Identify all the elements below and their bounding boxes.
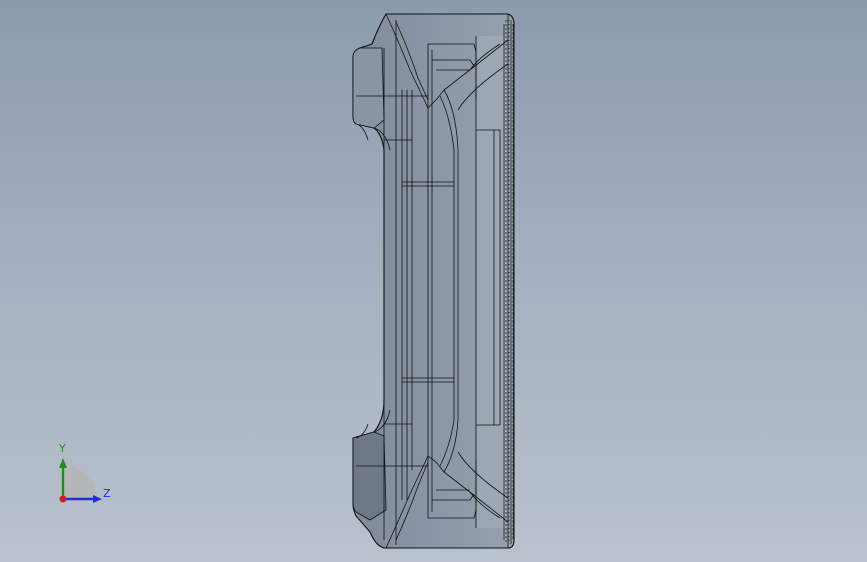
triad-y-label: Y (59, 442, 66, 455)
graphics-viewport[interactable]: Y Z (0, 0, 867, 562)
right-face (476, 36, 508, 528)
upper-tab (352, 47, 385, 129)
x-axis-dot (59, 495, 67, 503)
z-axis-arrow (93, 495, 102, 503)
lower-face (352, 431, 387, 521)
triad-z-label: Z (103, 487, 111, 500)
coordinate-triad[interactable] (40, 436, 120, 516)
y-axis-arrow (59, 458, 67, 468)
part-model[interactable] (0, 0, 867, 562)
triad-quadrant (63, 465, 97, 499)
